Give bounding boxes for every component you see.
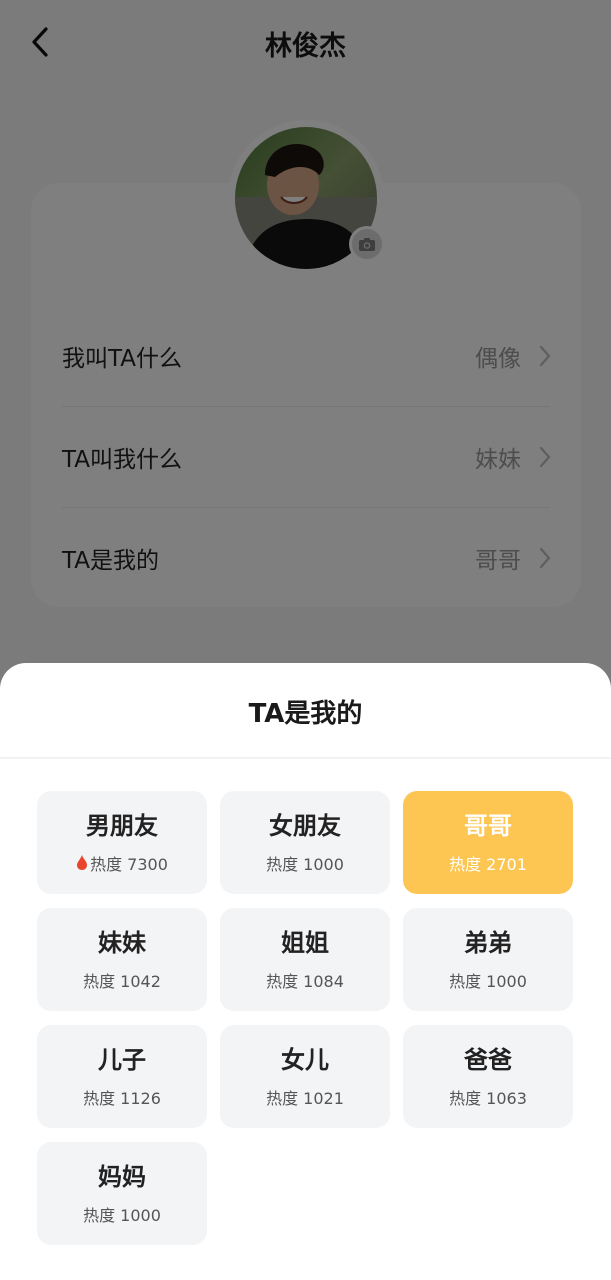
option-heat: 热度 7300	[90, 854, 168, 874]
option-heat: 热度 1126	[83, 1088, 161, 1108]
option-heat-row: 热度 1042	[83, 968, 161, 992]
sheet-title: TA是我的	[248, 699, 363, 729]
relationship-picker-sheet: TA是我的 男朋友 热度 7300 女朋友 热度 1000 哥哥 热度 2701 妹妹 热度 …	[0, 663, 611, 1280]
relationship-option[interactable]: 儿子热度 1126	[37, 1025, 207, 1128]
option-heat-row: 热度 1063	[449, 1085, 527, 1109]
option-heat-row: 热度 1000	[83, 1202, 161, 1226]
option-heat: 热度 1042	[83, 971, 161, 991]
option-name: 男朋友	[86, 811, 158, 840]
relationship-option[interactable]: 男朋友热度 7300	[37, 791, 207, 894]
option-name: 妈妈	[98, 1162, 146, 1191]
option-name: 女儿	[281, 1045, 329, 1074]
option-heat: 热度 1021	[266, 1088, 344, 1108]
option-heat: 热度 1000	[266, 854, 344, 874]
option-name: 姐姐	[281, 928, 329, 957]
divider	[0, 757, 611, 759]
option-heat-row: 热度 1084	[266, 968, 344, 992]
option-heat: 热度 1084	[266, 971, 344, 991]
relationship-option[interactable]: 弟弟热度 1000	[403, 908, 573, 1011]
option-name: 哥哥	[464, 811, 512, 840]
option-heat-row: 热度 1000	[449, 968, 527, 992]
relationship-option[interactable]: 哥哥热度 2701	[403, 791, 573, 894]
option-name: 弟弟	[464, 928, 512, 957]
relationship-option[interactable]: 姐姐热度 1084	[220, 908, 390, 1011]
option-heat: 热度 1000	[83, 1205, 161, 1225]
option-heat-row: 热度 1000	[266, 851, 344, 875]
option-heat-row: 热度 7300	[76, 851, 168, 875]
relationship-option[interactable]: 妈妈热度 1000	[37, 1142, 207, 1245]
option-heat-row: 热度 1126	[83, 1085, 161, 1109]
option-heat-row: 热度 2701	[449, 851, 527, 875]
flame-icon	[77, 855, 88, 870]
option-heat: 热度 2701	[449, 854, 527, 874]
relationship-option[interactable]: 女朋友热度 1000	[220, 791, 390, 894]
option-heat: 热度 1000	[449, 971, 527, 991]
option-name: 妹妹	[98, 928, 146, 957]
option-heat: 热度 1063	[449, 1088, 527, 1108]
relationship-options: 男朋友 热度 7300 女朋友 热度 1000 哥哥 热度 2701 妹妹 热度 1042 姐姐…	[37, 791, 574, 1245]
option-name: 儿子	[98, 1045, 146, 1074]
option-heat-row: 热度 1021	[266, 1085, 344, 1109]
relationship-option[interactable]: 爸爸热度 1063	[403, 1025, 573, 1128]
relationship-option[interactable]: 女儿热度 1021	[220, 1025, 390, 1128]
option-name: 女朋友	[269, 811, 341, 840]
relationship-option[interactable]: 妹妹热度 1042	[37, 908, 207, 1011]
option-name: 爸爸	[464, 1045, 512, 1074]
